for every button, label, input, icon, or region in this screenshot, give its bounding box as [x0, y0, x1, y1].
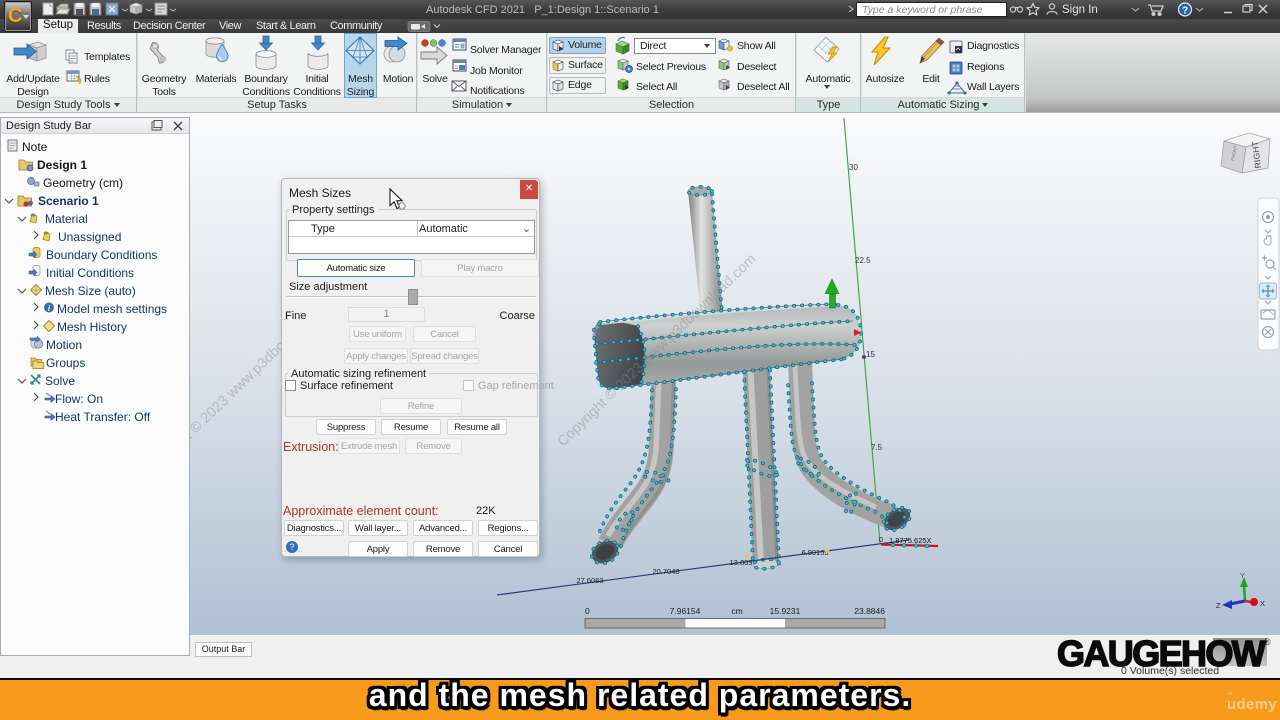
svg-text:15.9231: 15.9231: [770, 606, 801, 616]
svg-text:23.8846: 23.8846: [854, 606, 885, 616]
svg-text:0: 0: [585, 606, 590, 616]
svg-text:?: ?: [1182, 6, 1188, 17]
svg-text:7.5: 7.5: [871, 443, 883, 452]
svg-text:Y: Y: [1240, 571, 1245, 580]
svg-text:7.96154: 7.96154: [670, 606, 701, 616]
svg-text:13.803: 13.803: [730, 558, 753, 567]
svg-text:30: 30: [849, 163, 858, 172]
svg-text:15: 15: [866, 350, 875, 359]
svg-text:X: X: [1260, 599, 1265, 608]
svg-text:0: 0: [879, 535, 883, 544]
svg-text:Sign In: Sign In: [1062, 4, 1098, 16]
svg-text:cm: cm: [731, 606, 742, 616]
svg-text:22.5: 22.5: [855, 256, 871, 265]
svg-text:27.6063: 27.6063: [576, 576, 603, 585]
svg-text:6.90159: 6.90159: [801, 548, 828, 557]
svg-text:20.7048: 20.7048: [652, 567, 679, 576]
svg-text:1.8775.625X: 1.8775.625X: [889, 536, 932, 545]
svg-text:Z: Z: [1216, 601, 1221, 610]
